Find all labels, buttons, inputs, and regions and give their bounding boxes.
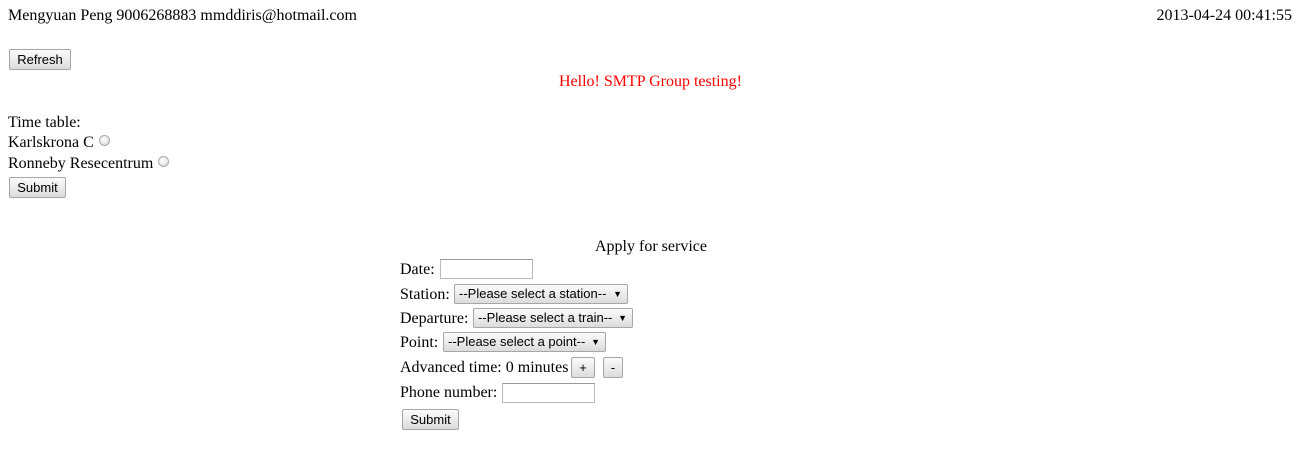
advanced-time-value: 0 minutes (505, 359, 569, 376)
advanced-time-label: Advanced time: (400, 359, 502, 376)
date-field[interactable] (440, 259, 533, 279)
timetable-option-ronneby[interactable]: Ronneby Resecentrum (8, 155, 170, 173)
phone-number-field[interactable] (502, 383, 595, 403)
departure-select[interactable]: --Please select a train-- ▼ (473, 308, 633, 328)
greeting-message: Hello! SMTP Group testing! (559, 73, 742, 90)
user-info: Mengyuan Peng 9006268883 mmddiris@hotmai… (8, 7, 357, 24)
station-select[interactable]: --Please select a station-- ▼ (454, 284, 628, 304)
service-submit-button[interactable]: Submit (402, 409, 459, 430)
radio-karlskrona[interactable] (98, 135, 110, 146)
timetable-submit-button[interactable]: Submit (9, 177, 66, 198)
phone-label: Phone number: (400, 384, 498, 401)
dropdown-arrow-icon: ▼ (618, 313, 627, 323)
departure-label: Departure: (400, 310, 469, 327)
timetable-option-label: Karlskrona C (8, 134, 94, 151)
timetable-title: Time table: (8, 114, 81, 131)
radio-ronneby[interactable] (158, 156, 170, 167)
station-label: Station: (400, 286, 450, 303)
timestamp: 2013-04-24 00:41:55 (1156, 7, 1292, 24)
service-title: Apply for service (595, 238, 707, 255)
point-select[interactable]: --Please select a point-- ▼ (443, 332, 606, 352)
date-label: Date: (400, 261, 435, 278)
station-selected-value: --Please select a station-- (459, 286, 607, 301)
increase-time-button[interactable]: + (571, 357, 595, 378)
point-selected-value: --Please select a point-- (448, 334, 586, 349)
refresh-button[interactable]: Refresh (9, 49, 71, 70)
departure-selected-value: --Please select a train-- (478, 310, 613, 325)
timetable-option-label: Ronneby Resecentrum (8, 155, 154, 172)
point-label: Point: (400, 334, 439, 351)
dropdown-arrow-icon: ▼ (613, 289, 622, 299)
advanced-time-display: Advanced time: 0 minutes (400, 359, 568, 377)
decrease-time-button[interactable]: - (603, 357, 623, 378)
dropdown-arrow-icon: ▼ (591, 337, 600, 347)
timetable-option-karlskrona[interactable]: Karlskrona C (8, 134, 110, 152)
